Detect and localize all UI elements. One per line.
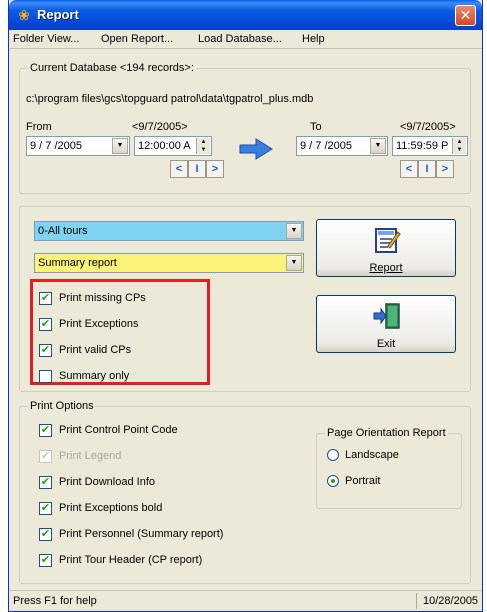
- from-next-button[interactable]: >: [206, 160, 224, 178]
- check-label: Print Personnel (Summary report): [59, 528, 224, 540]
- check-label: Print valid CPs: [59, 344, 132, 356]
- close-button[interactable]: ✕: [455, 5, 476, 26]
- checkbox[interactable]: ✔: [39, 502, 52, 515]
- check-label: Print Download Info: [59, 476, 155, 488]
- from-date-hint: <9/7/2005>: [132, 121, 188, 133]
- radio-button[interactable]: [327, 449, 339, 461]
- checkbox[interactable]: ✔: [39, 292, 52, 305]
- window-title: Report: [37, 7, 79, 22]
- to-date-picker[interactable]: 9 / 7 /2005 ▼: [296, 136, 388, 156]
- report-button[interactable]: Report: [316, 219, 456, 277]
- checkbox[interactable]: ✔: [39, 554, 52, 567]
- report-window: ❀ Report ✕ Folder View... Open Report...…: [8, 0, 483, 612]
- report-type-value: Summary report: [38, 257, 117, 269]
- chevron-down-icon[interactable]: ▼: [286, 255, 302, 271]
- menu-bar: Folder View... Open Report... Load Datab…: [9, 30, 482, 49]
- checkbox[interactable]: ✔: [39, 528, 52, 541]
- check-label: Print Exceptions: [59, 318, 139, 330]
- database-path: c:\program files\gcs\topguard patrol\dat…: [26, 93, 314, 105]
- status-bar: Press F1 for help 10/28/2005: [9, 590, 482, 611]
- status-help-text: Press F1 for help: [13, 595, 97, 607]
- from-date-value: 9 / 7 /2005: [30, 140, 82, 152]
- exit-button-label: Exit: [376, 338, 396, 350]
- tour-select[interactable]: 0-All tours ▼: [34, 221, 304, 241]
- current-database-title: Current Database <194 records>:: [28, 62, 196, 74]
- report-app-icon: ❀: [18, 7, 30, 23]
- title-bar[interactable]: ❀ Report ✕: [9, 0, 482, 30]
- checkbox[interactable]: [39, 370, 52, 383]
- to-time-field[interactable]: 11:59:59 P ▲ ▼: [392, 136, 468, 156]
- exit-door-icon: [372, 302, 402, 330]
- radio-label: Portrait: [345, 475, 381, 487]
- from-today-button[interactable]: I: [188, 160, 206, 178]
- menu-folder-view[interactable]: Folder View...: [13, 33, 79, 45]
- from-time-field[interactable]: 12:00:00 A ▲ ▼: [134, 136, 212, 156]
- checkbox[interactable]: ✔: [39, 318, 52, 331]
- arrow-right-icon: [238, 138, 274, 160]
- check-label: Print Tour Header (CP report): [59, 554, 203, 566]
- report-button-label: Report: [369, 262, 403, 274]
- checkbox: ✔: [39, 450, 52, 463]
- to-time-spinner[interactable]: ▲ ▼: [452, 138, 466, 154]
- menu-help[interactable]: Help: [302, 33, 325, 45]
- to-date-hint: <9/7/2005>: [400, 121, 456, 133]
- chevron-down-icon[interactable]: ▼: [112, 138, 128, 154]
- checkbox[interactable]: ✔: [39, 344, 52, 357]
- to-today-button[interactable]: I: [418, 160, 436, 178]
- status-date: 10/28/2005: [416, 593, 480, 609]
- to-prev-button[interactable]: <: [400, 160, 418, 178]
- report-icon: [373, 226, 401, 254]
- to-time-value: 11:59:59 P: [396, 140, 449, 152]
- tour-select-value: 0-All tours: [38, 225, 88, 237]
- from-time-spinner[interactable]: ▲ ▼: [196, 138, 210, 154]
- print-options-group: Print Options ✔ Print Control Point Code…: [19, 400, 471, 584]
- print-options-title: Print Options: [28, 400, 96, 412]
- menu-open-report[interactable]: Open Report...: [101, 33, 173, 45]
- to-nav-buttons: < I >: [400, 160, 454, 178]
- check-label: Print missing CPs: [59, 292, 146, 304]
- to-label: To: [310, 121, 322, 133]
- to-next-button[interactable]: >: [436, 160, 454, 178]
- from-date-picker[interactable]: 9 / 7 /2005 ▼: [26, 136, 130, 156]
- to-date-value: 9 / 7 /2005: [300, 140, 352, 152]
- report-type-select[interactable]: Summary report ▼: [34, 253, 304, 273]
- check-label: Summary only: [59, 370, 130, 382]
- check-label: Print Legend: [59, 450, 122, 462]
- current-database-group: Current Database <194 records>: c:\progr…: [19, 62, 471, 194]
- check-label: Print Control Point Code: [59, 424, 178, 436]
- page-orientation-title: Page Orientation Report: [325, 427, 448, 439]
- page-orientation-group: Page Orientation Report Landscape Portra…: [316, 427, 462, 509]
- report-selection-group: 0-All tours ▼ Summary report ▼ ✔ Print m…: [19, 206, 471, 392]
- from-time-value: 12:00:00 A: [138, 140, 191, 152]
- radio-button[interactable]: [327, 475, 339, 487]
- exit-button[interactable]: Exit: [316, 295, 456, 353]
- from-label: From: [26, 121, 52, 133]
- chevron-down-icon[interactable]: ▼: [370, 138, 386, 154]
- checkbox[interactable]: ✔: [39, 424, 52, 437]
- chevron-down-icon[interactable]: ▼: [286, 223, 302, 239]
- from-nav-buttons: < I >: [170, 160, 224, 178]
- checkbox[interactable]: ✔: [39, 476, 52, 489]
- menu-load-database[interactable]: Load Database...: [198, 33, 282, 45]
- radio-label: Landscape: [345, 449, 399, 461]
- from-prev-button[interactable]: <: [170, 160, 188, 178]
- check-label: Print Exceptions bold: [59, 502, 163, 514]
